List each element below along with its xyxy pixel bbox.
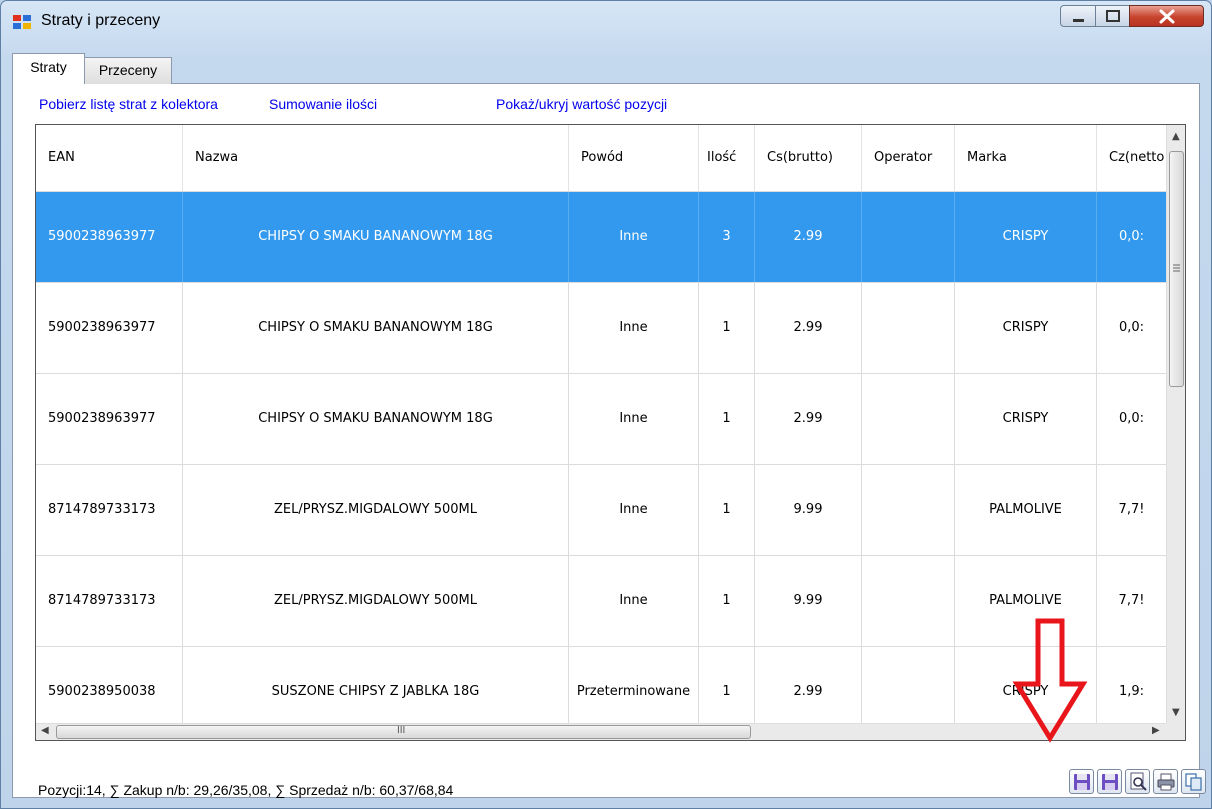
minimize-icon <box>1073 19 1084 22</box>
fetch-losses-link[interactable]: Pobierz listę strat z kolektora <box>39 96 218 112</box>
cell-brand: PALMOLIVE <box>955 465 1097 555</box>
cell-cost: 0,0: <box>1118 320 1145 335</box>
horizontal-scrollbar[interactable]: ◀ III ▶ <box>36 723 1166 740</box>
cell-operator <box>862 556 955 646</box>
print-preview-button[interactable] <box>1125 769 1150 794</box>
annotation-arrow <box>1012 618 1088 743</box>
cell-ean: 5900238963977 <box>36 192 183 282</box>
close-icon <box>1159 9 1175 24</box>
status-summary: Pozycji:14, ∑ Zakup n/b: 29,26/35,08, ∑ … <box>38 782 454 798</box>
print-button[interactable] <box>1153 769 1178 794</box>
table-row[interactable]: 8714789733173 ZEL/PRYSZ.MIGDALOWY 500ML … <box>36 555 1166 646</box>
table-row[interactable]: 5900238963977 CHIPSY O SMAKU BANANOWYM 1… <box>36 282 1166 373</box>
cell-ean: 8714789733173 <box>36 465 183 555</box>
app-icon <box>13 15 31 29</box>
table-row[interactable]: 5900238963977 CHIPSY O SMAKU BANANOWYM 1… <box>36 191 1166 282</box>
cell-cost: 7,7! <box>1118 593 1145 608</box>
column-header-ean[interactable]: EAN <box>36 125 183 191</box>
cell-reason: Inne <box>569 283 699 373</box>
column-header-price[interactable]: Cs(brutto) <box>755 125 862 191</box>
cell-cost: 7,7! <box>1118 502 1145 517</box>
vertical-scroll-thumb[interactable] <box>1169 151 1184 387</box>
window-title: Straty i przeceny <box>41 12 161 29</box>
scroll-left-arrow-icon[interactable]: ◀ <box>41 725 49 736</box>
scrollbar-corner <box>1166 723 1185 740</box>
cell-reason: Inne <box>569 465 699 555</box>
cell-operator <box>862 465 955 555</box>
cell-ean: 5900238963977 <box>36 374 183 464</box>
cell-cost: 0,0: <box>1118 411 1145 426</box>
cell-price: 2.99 <box>755 374 862 464</box>
cell-reason: Inne <box>569 374 699 464</box>
tab-straty[interactable]: Straty <box>12 53 85 84</box>
cell-ean: 8714789733173 <box>36 556 183 646</box>
cell-operator <box>862 192 955 282</box>
cell-qty: 3 <box>699 192 755 282</box>
column-header-reason[interactable]: Powód <box>569 125 699 191</box>
cell-cost: 0,0: <box>1118 229 1145 244</box>
minimize-button[interactable] <box>1060 5 1096 27</box>
close-button[interactable] <box>1129 5 1204 27</box>
column-header-name[interactable]: Nazwa <box>183 125 569 191</box>
cell-brand: CRISPY <box>955 374 1097 464</box>
save-icon <box>1074 774 1090 790</box>
horizontal-grip: III <box>397 725 406 736</box>
print-preview-icon <box>1130 772 1147 791</box>
cell-qty: 1 <box>699 465 755 555</box>
cell-price: 9.99 <box>755 465 862 555</box>
grid-header: EAN Nazwa Powód Ilość Cs(brutto) Operato… <box>36 125 1166 191</box>
save-as-icon <box>1102 774 1118 790</box>
grip-icon <box>1173 264 1180 272</box>
table-row[interactable]: 8714789733173 ZEL/PRYSZ.MIGDALOWY 500ML … <box>36 464 1166 555</box>
column-header-operator[interactable]: Operator <box>862 125 955 191</box>
cell-qty: 1 <box>699 374 755 464</box>
title-bar[interactable]: Straty i przeceny <box>1 1 1211 47</box>
tab-przeceny[interactable]: Przeceny <box>84 57 172 84</box>
sum-quantity-link[interactable]: Sumowanie ilości <box>269 96 377 112</box>
cell-operator <box>862 283 955 373</box>
save-button[interactable] <box>1069 769 1094 794</box>
cell-reason: Inne <box>569 192 699 282</box>
column-header-brand[interactable]: Marka <box>955 125 1097 191</box>
cell-reason: Inne <box>569 556 699 646</box>
cell-price: 2.99 <box>755 283 862 373</box>
scroll-up-arrow-icon[interactable]: ▲ <box>1172 131 1180 142</box>
copy-icon <box>1185 773 1202 791</box>
cell-name: CHIPSY O SMAKU BANANOWYM 18G <box>183 374 569 464</box>
column-header-cost[interactable]: Cz(netto <box>1097 125 1166 191</box>
cell-qty: 1 <box>699 556 755 646</box>
print-icon <box>1157 773 1175 791</box>
vertical-scrollbar[interactable]: ▲ ▼ <box>1166 125 1185 723</box>
scroll-right-arrow-icon[interactable]: ▶ <box>1152 725 1160 736</box>
cell-brand: CRISPY <box>955 192 1097 282</box>
column-header-qty[interactable]: Ilość <box>699 125 755 191</box>
maximize-button[interactable] <box>1095 5 1130 27</box>
cell-qty: 1 <box>699 283 755 373</box>
cell-brand: CRISPY <box>955 283 1097 373</box>
cell-operator <box>862 374 955 464</box>
tab-strip: Straty Przeceny <box>9 51 409 84</box>
cell-name: CHIPSY O SMAKU BANANOWYM 18G <box>183 283 569 373</box>
cell-name: ZEL/PRYSZ.MIGDALOWY 500ML <box>183 556 569 646</box>
maximize-icon <box>1106 10 1120 22</box>
copy-button[interactable] <box>1181 769 1206 794</box>
cell-name: CHIPSY O SMAKU BANANOWYM 18G <box>183 192 569 282</box>
cell-price: 2.99 <box>755 192 862 282</box>
cell-ean: 5900238963977 <box>36 283 183 373</box>
table-row[interactable]: 5900238963977 CHIPSY O SMAKU BANANOWYM 1… <box>36 373 1166 464</box>
cell-price: 9.99 <box>755 556 862 646</box>
horizontal-scroll-thumb[interactable]: III <box>56 725 751 739</box>
toggle-value-link[interactable]: Pokaż/ukryj wartość pozycji <box>496 96 667 112</box>
scroll-down-arrow-icon[interactable]: ▼ <box>1172 707 1180 718</box>
cell-name: ZEL/PRYSZ.MIGDALOWY 500ML <box>183 465 569 555</box>
save-as-button[interactable] <box>1097 769 1122 794</box>
